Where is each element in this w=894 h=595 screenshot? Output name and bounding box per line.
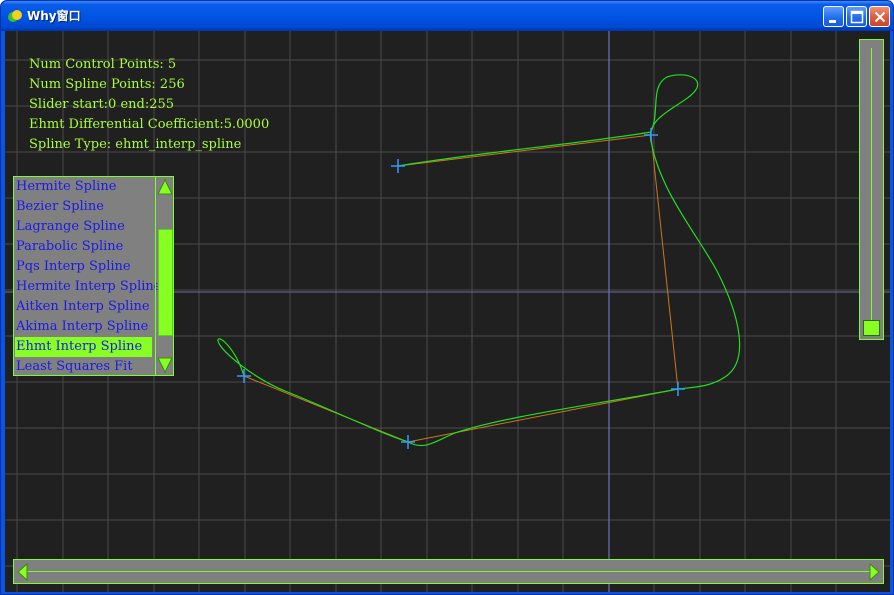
close-icon [874,11,886,23]
control-polygon-segment [650,134,679,390]
close-button[interactable] [869,6,890,27]
list-item-selected[interactable]: Ehmt Interp Spline [15,337,152,357]
maximize-icon [850,10,864,24]
vertical-slider[interactable] [859,39,884,340]
list-item[interactable]: Aitken Interp Spline [15,297,152,317]
app-icon [8,10,22,22]
vertical-slider-thumb[interactable] [863,320,880,336]
list-item[interactable]: Least Squares Fit [15,357,152,377]
app-window: Why窗口 Num Control Points: 5 Num Spline P… [0,0,894,595]
list-item[interactable]: Pqs Interp Spline [15,257,152,277]
info-control-points: Num Control Points: 5 [29,57,177,72]
title-bar[interactable]: Why窗口 [1,1,893,31]
info-slider-range: Slider start:0 end:255 [29,97,175,112]
minimize-button[interactable] [823,6,844,27]
minimize-icon [829,20,836,23]
info-panel: Num Control Points: 5 Num Spline Points:… [29,55,269,155]
slider-start-handle-icon[interactable] [15,562,29,582]
control-polygon-segment [397,134,652,167]
list-item[interactable]: Hermite Spline [15,177,152,197]
list-item[interactable]: Hermite Interp Spline [15,277,161,297]
control-polygon-segment [407,388,679,443]
control-polygon [243,134,679,443]
control-point-marker[interactable] [391,159,405,173]
list-scroll-thumb[interactable] [158,229,173,336]
spline-curve [217,74,741,447]
control-point-marker[interactable] [401,435,415,449]
slider-end-handle-icon[interactable] [868,562,882,582]
spline-type-list[interactable]: Hermite Spline Bezier Spline Lagrange Sp… [13,176,174,376]
list-item[interactable]: Akima Interp Spline [15,317,152,337]
list-item[interactable]: Bezier Spline [15,197,152,217]
info-coefficient: Ehmt Differential Coefficient:5.0000 [29,117,270,132]
info-spline-points: Num Spline Points: 256 [29,77,185,92]
list-scrollbar[interactable] [155,177,174,375]
horizontal-slider[interactable] [13,559,884,584]
scroll-down-arrow-icon[interactable] [156,355,174,375]
control-point-marker[interactable] [644,128,658,142]
vertical-slider-track [871,48,872,320]
horizontal-slider-track [26,571,871,572]
scroll-up-arrow-icon[interactable] [156,177,174,197]
control-point-marker[interactable] [671,382,685,396]
list-item[interactable]: Parabolic Spline [15,237,152,257]
window-title: Why窗口 [27,9,81,23]
info-spline-type: Spline Type: ehmt_interp_spline [29,137,242,152]
canvas-area[interactable]: Num Control Points: 5 Num Spline Points:… [5,31,890,592]
list-item[interactable]: Lagrange Spline [15,217,152,237]
maximize-button[interactable] [846,6,867,27]
